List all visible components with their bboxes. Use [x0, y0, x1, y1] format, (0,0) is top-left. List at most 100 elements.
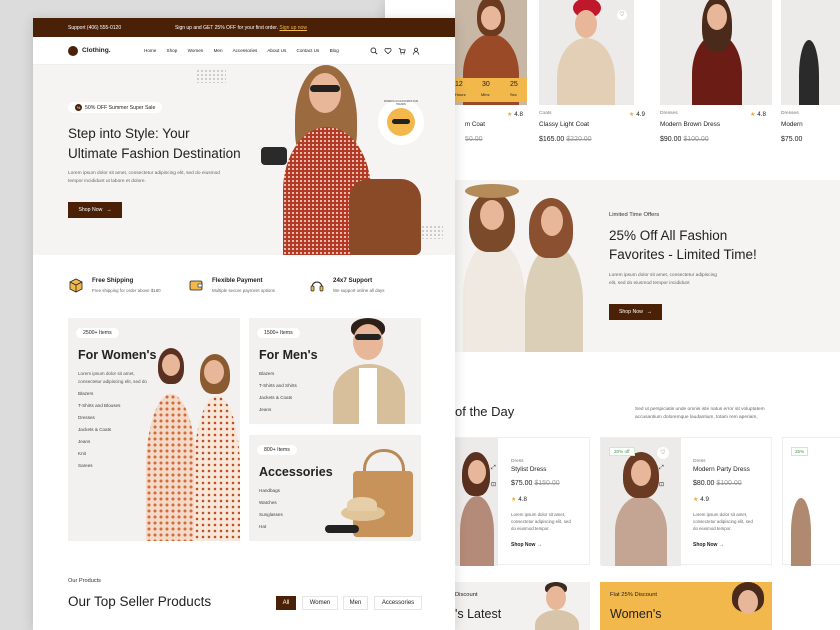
camera-graphic — [261, 147, 287, 165]
countdown-secs: 25 — [510, 81, 518, 88]
discount-badge: 25% — [791, 447, 809, 456]
product-image-modern-brown-dress[interactable] — [660, 0, 772, 105]
category-item[interactable]: Jeans — [259, 404, 297, 416]
sign-up-link[interactable]: Sign up now — [279, 25, 307, 31]
product-name[interactable]: Modern Party Dress — [693, 466, 750, 473]
countdown-secs-label: Sec — [510, 92, 517, 97]
category-item[interactable]: T-Shirts and Blouses — [78, 400, 120, 412]
category-count: 800+ Items — [257, 445, 297, 455]
product-image-modern[interactable] — [781, 0, 840, 105]
category-item[interactable]: Sarees — [78, 460, 120, 472]
shop-now-link[interactable]: Shop Now → — [693, 542, 724, 548]
product-name[interactable]: m Coat — [465, 121, 485, 128]
category-card-women[interactable]: 2500+ Items For Women's Lorem ipsum dolo… — [68, 318, 240, 541]
nav-accessories[interactable]: Accessories — [233, 48, 258, 53]
category-item[interactable]: Jackets & Coats — [78, 424, 120, 436]
hero-shop-now-button[interactable]: Shop Now → — [68, 202, 122, 218]
hero-description-line2: tempor incididunt ut labore et dolore. — [68, 179, 146, 184]
shop-now-link[interactable]: Shop Now → — [511, 542, 542, 548]
search-icon[interactable] — [370, 47, 378, 55]
offer-title-line2: Favorites - Limited Time! — [609, 247, 757, 262]
product-name[interactable]: Modern Brown Dress — [660, 121, 720, 128]
hero-section: % 50% OFF Summer Super Sale Step into Sty… — [33, 65, 455, 255]
men-model-image — [331, 318, 421, 424]
tab-accessories[interactable]: Accessories — [374, 596, 422, 610]
product-price: $75.00 $150.00 — [511, 480, 560, 487]
category-item[interactable]: T-Shirts and Shirts — [259, 380, 297, 392]
top-announcement-bar: Support (406) 555-0120 Sign up and GET 2… — [33, 18, 455, 37]
nav-blog[interactable]: Blog — [330, 48, 339, 53]
wishlist-heart-icon[interactable]: ♡ — [657, 447, 669, 459]
product-price: $90.00 $100.00 — [660, 136, 709, 143]
deal-product-image — [601, 438, 681, 566]
nav-shop[interactable]: Shop — [167, 48, 178, 53]
nav-men[interactable]: Men — [214, 48, 223, 53]
product-description-line3: do eiusmod tempor. — [511, 526, 550, 531]
feature-subtitle: We support online all days — [333, 288, 385, 293]
category-item[interactable]: Knit — [78, 448, 120, 460]
discount-banner-latest[interactable]: Discount 's Latest — [455, 582, 590, 630]
accessories-circle-badge[interactable]: MODERN ACCESSORIES FOR TRENDS — [378, 99, 424, 145]
feature-subtitle: Multiple secure payment options — [212, 288, 275, 293]
category-card-men[interactable]: 1500+ Items For Men's Blazers T-Shirts a… — [249, 318, 421, 424]
wishlist-heart-icon[interactable]: ♡ — [617, 10, 627, 20]
category-item[interactable]: Blazers — [78, 388, 120, 400]
hero-title-line2: Ultimate Fashion Destination — [68, 146, 241, 161]
nav-about-us[interactable]: About Us — [267, 48, 286, 53]
category-description-line2: consectetur adipiscing elit, sed do — [78, 379, 147, 384]
category-item-list: Blazers T-Shirts and Blouses Dresses Jac… — [78, 388, 120, 472]
cart-icon[interactable] — [398, 47, 406, 55]
category-item-list: Handbags Watches Sunglasses Hat — [259, 485, 283, 533]
headset-icon — [310, 281, 324, 292]
category-item[interactable]: Jeans — [78, 436, 120, 448]
category-item[interactable]: Jackets & Coats — [259, 392, 297, 404]
nav-contact-us[interactable]: Contact Us — [297, 48, 320, 53]
user-icon[interactable] — [412, 47, 420, 55]
product-name[interactable]: Stylist Dress — [511, 466, 547, 473]
women-models-image — [142, 348, 240, 541]
quick-view-icon[interactable]: ⤢ — [491, 465, 496, 472]
hero-model-image — [255, 65, 455, 255]
feature-title: Flexible Payment — [212, 277, 263, 284]
brand-name[interactable]: Clothing. — [82, 47, 111, 54]
category-item[interactable]: Hat — [259, 521, 283, 533]
category-card-accessories[interactable]: 800+ Items Accessories Handbags Watches … — [249, 435, 421, 541]
brand-logo-icon[interactable] — [68, 46, 78, 56]
sunglasses-graphic — [355, 334, 381, 340]
quick-view-icon[interactable]: ⤢ — [659, 465, 664, 472]
deal-description-line2: accusantium doloremque laudantium, totam… — [635, 415, 758, 420]
cart-icon[interactable]: ⊡ — [659, 481, 664, 488]
product-description: Lorem ipsum dolor sit amet, — [511, 512, 566, 517]
product-rating: ★ 4.9 — [629, 111, 645, 118]
nav-links: Home Shop Women Men Accessories About Us… — [144, 48, 348, 53]
category-item[interactable]: Watches — [259, 497, 283, 509]
front-page: Support (406) 555-0120 Sign up and GET 2… — [33, 18, 455, 630]
promo-text: Sign up and GET 25% OFF for your first o… — [175, 25, 307, 31]
category-item[interactable]: Sunglasses — [259, 509, 283, 521]
support-phone[interactable]: Support (406) 555-0120 — [68, 25, 121, 31]
offer-shop-now-button[interactable]: Shop Now → — [609, 304, 662, 320]
product-name[interactable]: Modern — [781, 121, 803, 128]
product-price: $165.00 $220.00 — [539, 136, 592, 143]
sunglasses-graphic — [325, 525, 359, 533]
deal-card-stylist-dress[interactable]: ⤢ ⊡ Dress Stylist Dress $75.00 $150.00 ★… — [455, 437, 590, 566]
deal-description: Sed ut perspiciatis unde omnis iste natu… — [635, 407, 765, 412]
nav-women[interactable]: Women — [188, 48, 204, 53]
tab-men[interactable]: Men — [343, 596, 368, 610]
heart-icon[interactable] — [384, 47, 392, 55]
product-name[interactable]: Classy Light Coat — [539, 121, 589, 128]
product-rating: ★ 4.8 — [511, 496, 527, 503]
tab-women[interactable]: Women — [302, 596, 338, 610]
nav-home[interactable]: Home — [144, 48, 156, 53]
category-item[interactable]: Handbags — [259, 485, 283, 497]
category-item[interactable]: Dresses — [78, 412, 120, 424]
deal-card-modern-party-dress[interactable]: 20% off ♡ ⤢ ⊡ Dress Modern Party Dress $… — [600, 437, 772, 566]
sunglasses-icon — [392, 119, 410, 124]
star-icon: ★ — [750, 111, 756, 118]
star-icon: ★ — [693, 496, 699, 503]
deal-card-partial[interactable]: 25% — [782, 437, 840, 566]
category-item[interactable]: Blazers — [259, 368, 297, 380]
cart-icon[interactable]: ⊡ — [491, 481, 496, 488]
tab-all[interactable]: All — [276, 596, 296, 610]
discount-banner-womens[interactable]: Flat 25% Discount Women's — [600, 582, 772, 630]
